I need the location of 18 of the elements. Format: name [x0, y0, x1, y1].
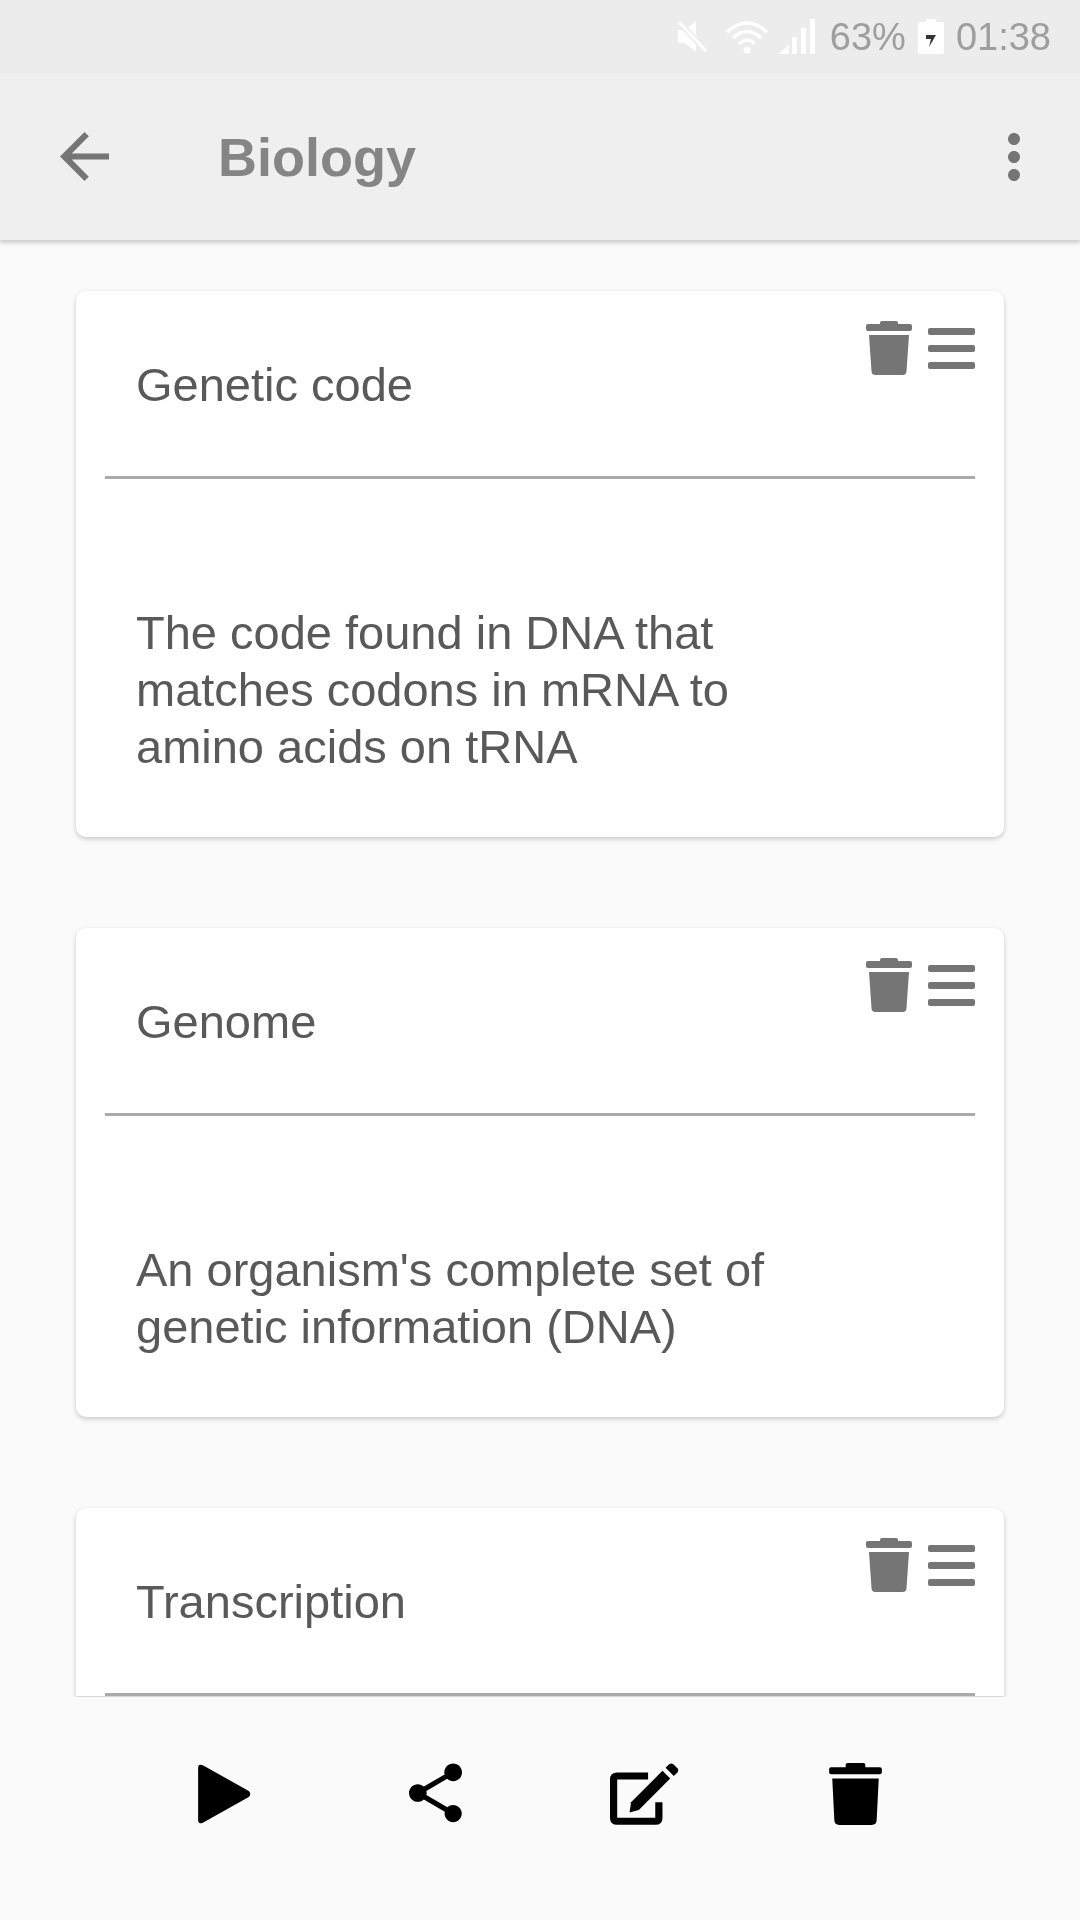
menu-icon[interactable]	[928, 965, 975, 1006]
card-title: Transcription	[136, 1575, 406, 1628]
edit-icon[interactable]	[609, 1763, 681, 1825]
trash-icon[interactable]	[828, 1763, 882, 1825]
card-title: Genetic code	[136, 358, 413, 411]
battery-charging-icon	[917, 19, 944, 54]
card-definition: An organism's complete set of genetic information (DNA)	[136, 1242, 766, 1355]
play-icon[interactable]	[198, 1763, 252, 1825]
card-title: Genome	[136, 995, 317, 1048]
more-options-icon[interactable]	[1008, 132, 1020, 181]
clock-time: 01:38	[955, 14, 1051, 59]
share-icon[interactable]	[408, 1763, 462, 1823]
card-definition: The code found in DNA that matches codons in mRNA to amino acids on tRNA	[136, 605, 730, 775]
screen-title: Biology	[218, 125, 416, 189]
menu-icon[interactable]	[928, 1545, 975, 1586]
menu-icon[interactable]	[928, 328, 975, 369]
back-arrow-icon[interactable]	[60, 132, 109, 181]
battery-percentage: 63%	[829, 14, 906, 59]
